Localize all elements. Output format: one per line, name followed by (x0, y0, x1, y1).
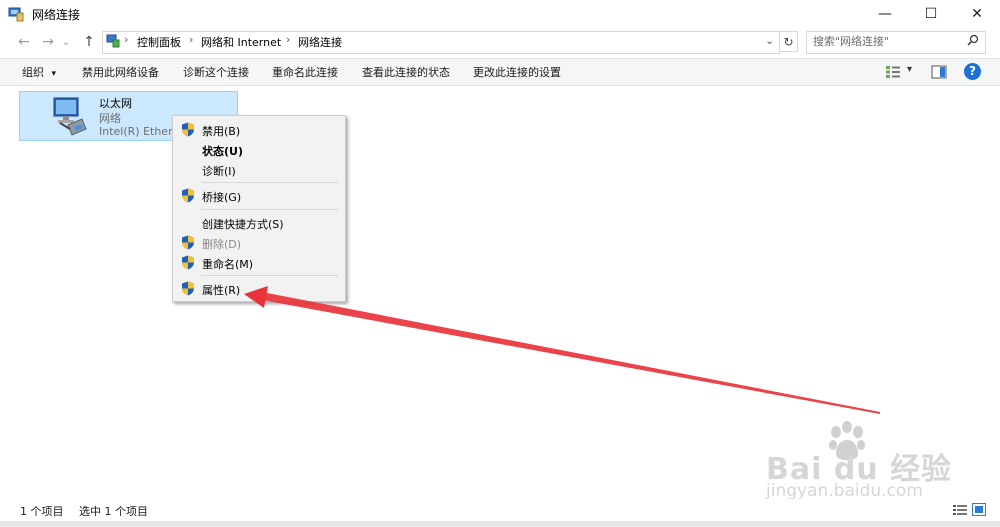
back-button[interactable]: ← (15, 33, 33, 51)
menu-item-label: 状态(U) (202, 145, 243, 158)
search-input[interactable] (813, 32, 963, 51)
uac-shield-icon (182, 188, 194, 203)
control-panel-icon (106, 34, 120, 48)
menu-item-label: 禁用(B) (202, 125, 241, 138)
status-bar (0, 499, 1000, 521)
breadcrumb-network-connections[interactable]: 网络连接 (298, 34, 342, 50)
search-icon[interactable] (967, 34, 979, 46)
uac-shield-icon (182, 235, 194, 250)
menu-item-label: 重命名(M) (202, 258, 254, 271)
preview-pane-icon[interactable] (931, 65, 947, 79)
breadcrumb-separator: › (189, 33, 194, 46)
uac-shield-icon (182, 122, 194, 137)
selected-count: 选中 1 个项目 (79, 505, 148, 518)
network-adapter-icon (53, 97, 87, 136)
title-bar (0, 0, 1000, 28)
menu-item-properties[interactable]: 属性(R) (173, 279, 345, 299)
chevron-down-icon: ⌄ (61, 36, 71, 48)
breadcrumb-control-panel[interactable]: 控制面板 (137, 34, 181, 50)
change-settings-button[interactable]: 更改此连接的设置 (473, 64, 561, 80)
menu-item-disable[interactable]: 禁用(B) (173, 120, 345, 140)
recent-locations-button[interactable]: ⌄ (60, 33, 72, 51)
uac-shield-icon (182, 255, 194, 270)
back-arrow-icon: ← (18, 34, 30, 50)
window-title: 网络连接 (32, 8, 81, 22)
view-options-dropdown[interactable]: ▾ (907, 64, 912, 75)
refresh-button[interactable]: ↻ (779, 31, 798, 52)
menu-item-bridge[interactable]: 桥接(G) (173, 186, 345, 206)
uac-shield-icon (182, 281, 194, 296)
menu-separator (201, 275, 338, 276)
menu-item-rename[interactable]: 重命名(M) (173, 253, 345, 273)
breadcrumb-network-internet[interactable]: 网络和 Internet (201, 34, 281, 50)
close-button[interactable]: ✕ (954, 0, 1000, 28)
up-arrow-icon: ↑ (83, 34, 95, 50)
menu-item-delete[interactable]: 删除(D) (173, 233, 345, 253)
connection-device: Intel(R) Ethern (99, 125, 172, 138)
menu-item-label: 桥接(G) (202, 191, 242, 204)
network-connections-app-icon (8, 7, 24, 22)
breadcrumb-separator: › (286, 33, 291, 46)
menu-separator (201, 209, 338, 210)
up-button[interactable]: ↑ (80, 33, 98, 51)
details-view-icon[interactable] (953, 504, 967, 516)
context-menu: 禁用(B) 状态(U) 诊断(I) 桥接(G) 创建快捷方式(S) 删除(D) … (172, 115, 346, 302)
large-icons-view-icon[interactable] (972, 503, 986, 516)
minimize-button[interactable]: — (862, 0, 908, 28)
breadcrumb-separator: › (124, 33, 129, 46)
menu-item-status[interactable]: 状态(U) (173, 140, 345, 160)
menu-item-label: 属性(R) (202, 284, 241, 297)
help-icon[interactable]: ? (964, 63, 981, 80)
menu-item-diagnose[interactable]: 诊断(I) (173, 160, 345, 180)
connection-name: 以太网 (99, 97, 132, 110)
disable-device-button[interactable]: 禁用此网络设备 (82, 64, 159, 80)
connection-status: 网络 (99, 112, 121, 125)
menu-item-label: 诊断(I) (202, 165, 236, 178)
item-count: 1 个项目 (20, 505, 64, 518)
maximize-icon: ☐ (924, 6, 938, 22)
diagnose-connection-button[interactable]: 诊断这个连接 (183, 64, 249, 80)
menu-separator (201, 182, 338, 183)
rename-connection-button[interactable]: 重命名此连接 (272, 64, 338, 80)
maximize-button[interactable]: ☐ (908, 0, 954, 28)
minimize-icon: — (878, 6, 892, 22)
organize-button[interactable]: 组织 ▾ (22, 64, 56, 80)
address-history-dropdown[interactable]: ⌄ (765, 34, 774, 47)
watermark-url: jingyan.baidu.com (766, 481, 923, 501)
view-options-icon[interactable] (885, 65, 901, 79)
menu-item-label: 删除(D) (202, 238, 242, 251)
search-box (806, 31, 986, 54)
window-bottom-edge (0, 521, 1000, 527)
chevron-down-icon: ▾ (51, 69, 57, 79)
refresh-icon: ↻ (783, 34, 794, 49)
forward-arrow-icon: → (42, 34, 54, 50)
menu-item-create-shortcut[interactable]: 创建快捷方式(S) (173, 213, 345, 233)
forward-button[interactable]: → (39, 33, 57, 51)
menu-item-label: 创建快捷方式(S) (202, 218, 284, 231)
view-status-button[interactable]: 查看此连接的状态 (362, 64, 450, 80)
close-icon: ✕ (971, 6, 983, 22)
organize-label: 组织 (22, 66, 44, 79)
